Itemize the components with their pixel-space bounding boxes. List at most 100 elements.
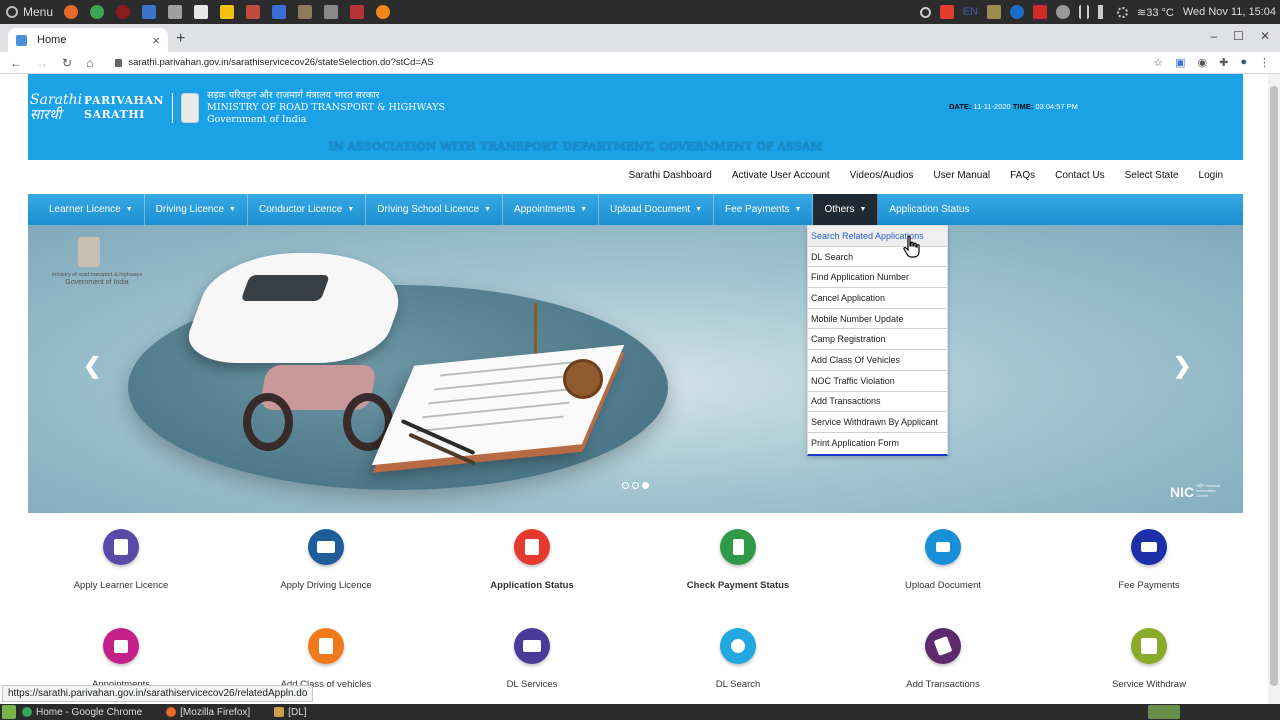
power-icon[interactable] — [919, 6, 931, 18]
firefox-icon — [166, 707, 177, 717]
back-icon[interactable]: ← — [10, 56, 22, 70]
menu-item-camp-registration[interactable]: Camp Registration — [808, 329, 947, 351]
top-link-activate-user-account[interactable]: Activate User Account — [722, 170, 840, 181]
menu-item-mobile-number-update[interactable]: Mobile Number Update — [808, 309, 947, 330]
carousel-next-icon[interactable]: ❯ — [1173, 353, 1191, 379]
carousel-prev-icon[interactable]: ❮ — [83, 353, 101, 379]
brightness-icon[interactable] — [1116, 6, 1128, 18]
nav-conductor-licence[interactable]: Conductor Licence ▼ — [248, 194, 367, 225]
extension-circle-icon[interactable]: ◉ — [1198, 56, 1208, 69]
anydesk-icon[interactable] — [939, 5, 954, 19]
taskbar-dl-folder[interactable]: [DL] — [274, 707, 307, 718]
forward-icon[interactable]: → — [36, 56, 48, 70]
taskbar-firefox[interactable]: [Mozilla Firefox] — [166, 707, 250, 718]
browser-menu-icon[interactable]: ⋮ — [1259, 56, 1270, 69]
nav-driving-school-licence[interactable]: Driving School Licence ▼ — [366, 194, 503, 225]
site-logo[interactable]: Sarathi सारथी PARIVAHAN SARATHI सड़क परि… — [30, 90, 445, 126]
show-desktop-icon[interactable] — [2, 705, 16, 719]
hp-icon[interactable] — [1009, 5, 1024, 19]
nav-appointments[interactable]: Appointments ▼ — [503, 194, 600, 225]
vlc-launcher-icon[interactable] — [376, 5, 390, 19]
os-taskbar: Home - Google Chrome [Mozilla Firefox] [… — [0, 704, 1280, 720]
top-link-videos-audios[interactable]: Videos/Audios — [840, 170, 924, 181]
shield-icon[interactable] — [1055, 5, 1070, 19]
top-link-faqs[interactable]: FAQs — [1000, 170, 1045, 181]
menu-item-add-transactions[interactable]: Add Transactions — [808, 392, 947, 413]
menu-item-dl-search[interactable]: DL Search — [808, 247, 947, 268]
tools-launcher-icon[interactable] — [298, 5, 312, 19]
service-dl-search[interactable]: DL Search — [645, 628, 831, 690]
record-icon[interactable] — [1032, 5, 1047, 19]
editor-launcher-icon[interactable] — [194, 5, 208, 19]
menu-item-search-related-applications[interactable]: Search Related Applications — [808, 226, 947, 247]
screenshot-launcher-icon[interactable] — [324, 5, 338, 19]
reload-icon[interactable]: ↻ — [62, 56, 72, 70]
menu-item-print-application-form[interactable]: Print Application Form — [808, 433, 947, 454]
menu-item-cancel-application[interactable]: Cancel Application — [808, 288, 947, 309]
presentation-launcher-icon[interactable] — [246, 5, 260, 19]
new-tab-icon[interactable]: + — [176, 30, 185, 48]
display-icon[interactable] — [986, 5, 1001, 19]
clock[interactable]: Wed Nov 11, 15:04 — [1183, 6, 1276, 18]
writer-launcher-icon[interactable] — [142, 5, 156, 19]
menu-item-service-withdrawn-by-applicant[interactable]: Service Withdrawn By Applicant — [808, 412, 947, 433]
minimize-icon[interactable]: – — [1210, 29, 1217, 43]
top-link-login[interactable]: Login — [1189, 170, 1233, 181]
drive-launcher-icon[interactable] — [220, 5, 234, 19]
extensions-puzzle-icon[interactable]: ✚ — [1219, 56, 1228, 69]
paint-launcher-icon[interactable] — [272, 5, 286, 19]
calc-launcher-icon[interactable] — [168, 5, 182, 19]
address-bar[interactable]: sarathi.parivahan.gov.in/sarathiservicec… — [115, 57, 434, 68]
nav-upload-document[interactable]: Upload Document ▼ — [599, 194, 715, 225]
maximize-icon[interactable]: ☐ — [1233, 29, 1244, 43]
network-icon[interactable] — [1078, 5, 1089, 19]
menu-item-add-class-of-vehicles[interactable]: Add Class Of Vehicles — [808, 350, 947, 371]
carousel-dot-active[interactable] — [642, 482, 649, 489]
firefox-launcher-icon[interactable] — [64, 5, 78, 19]
service-apply-driving-licence[interactable]: Apply Driving Licence — [233, 529, 419, 591]
home-icon[interactable]: ⌂ — [86, 56, 93, 70]
volume-icon[interactable] — [1097, 5, 1108, 19]
service-fee-payments[interactable]: Fee Payments — [1056, 529, 1242, 591]
lock-icon[interactable] — [115, 58, 123, 67]
service-application-status[interactable]: Application Status — [439, 529, 625, 591]
top-link-select-state[interactable]: Select State — [1115, 170, 1189, 181]
service-appointments[interactable]: Appointments — [28, 628, 214, 690]
bookmark-star-icon[interactable]: ☆ — [1153, 56, 1163, 69]
service-withdraw[interactable]: Service Withdraw — [1056, 628, 1242, 690]
media-launcher-icon[interactable] — [350, 5, 364, 19]
carousel-dot[interactable] — [622, 482, 629, 489]
service-add-transactions[interactable]: Add Transactions — [850, 628, 1036, 690]
workspace-switcher[interactable] — [1148, 705, 1180, 719]
top-link-sarathi-dashboard[interactable]: Sarathi Dashboard — [618, 170, 721, 181]
service-apply-learner-licence[interactable]: Apply Learner Licence — [28, 529, 214, 591]
nav-driving-licence[interactable]: Driving Licence ▼ — [145, 194, 248, 225]
menu-item-noc-traffic-violation[interactable]: NOC Traffic Violation — [808, 371, 947, 392]
profile-avatar-icon[interactable]: ● — [1240, 56, 1247, 69]
address-bar-url[interactable]: sarathi.parivahan.gov.in/sarathiservicec… — [128, 57, 433, 68]
top-link-contact-us[interactable]: Contact Us — [1045, 170, 1114, 181]
recorder-launcher-icon[interactable] — [116, 5, 130, 19]
taskbar-chrome[interactable]: Home - Google Chrome — [22, 707, 142, 718]
nav-others[interactable]: Others ▼ — [813, 194, 879, 225]
os-menu-button[interactable]: Menu — [0, 5, 58, 19]
translate-icon[interactable]: ▣ — [1175, 56, 1185, 69]
page-scrollbar[interactable] — [1268, 74, 1280, 704]
nav-application-status[interactable]: Application Status — [878, 194, 980, 225]
service-dl-services[interactable]: DL Services — [439, 628, 625, 690]
nav-label: Application Status — [889, 204, 970, 215]
menu-item-find-application-number[interactable]: Find Application Number — [808, 267, 947, 289]
tab-close-icon[interactable]: × — [152, 33, 160, 48]
chrome-launcher-icon[interactable] — [90, 5, 104, 19]
window-close-icon[interactable]: ✕ — [1260, 29, 1270, 43]
carousel-dot[interactable] — [632, 482, 639, 489]
top-link-user-manual[interactable]: User Manual — [923, 170, 1000, 181]
browser-tab-home[interactable]: Home × — [8, 28, 168, 52]
keyboard-layout-label[interactable]: EN — [963, 6, 978, 18]
service-check-payment-status[interactable]: Check Payment Status — [645, 529, 831, 591]
service-add-class-of-vehicles[interactable]: Add Class of vehicles — [233, 628, 419, 690]
nav-learner-licence[interactable]: Learner Licence ▼ — [28, 194, 145, 225]
service-upload-document[interactable]: Upload Document — [850, 529, 1036, 591]
nav-fee-payments[interactable]: Fee Payments ▼ — [714, 194, 814, 225]
scrollbar-thumb[interactable] — [1270, 86, 1278, 686]
